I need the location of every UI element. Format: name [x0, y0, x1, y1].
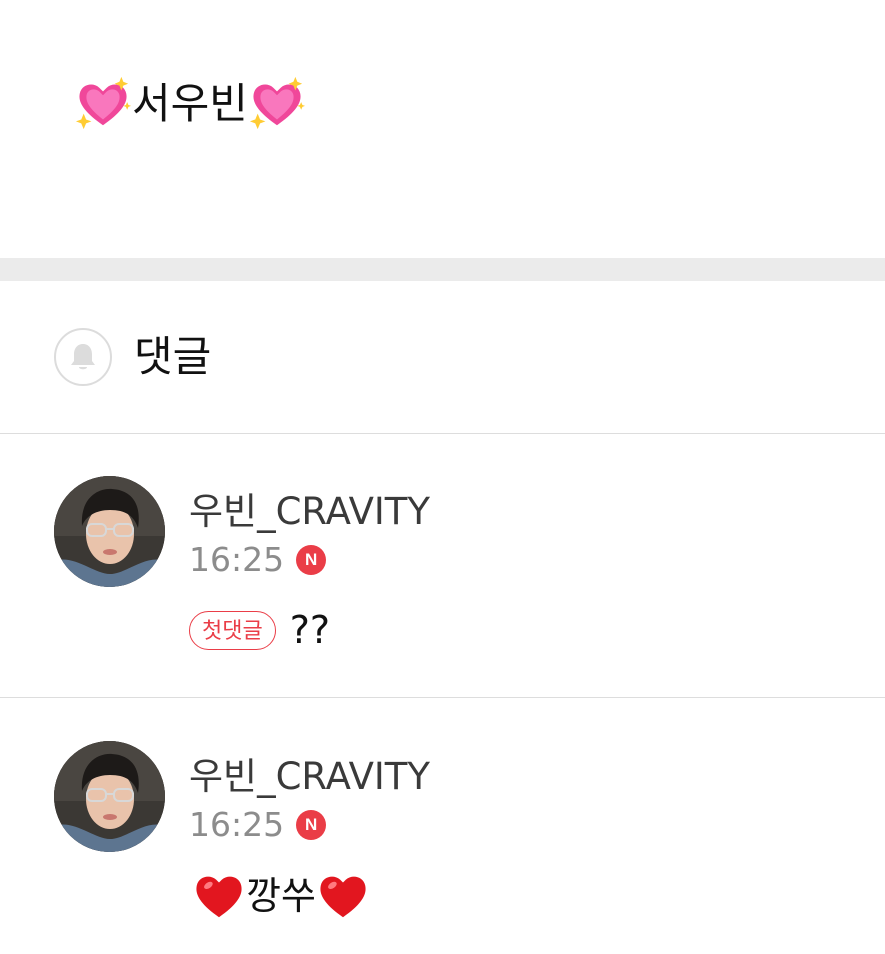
comment-body: 첫댓글 ??: [189, 608, 330, 652]
sparkling-heart-icon: [248, 75, 306, 133]
new-badge: N: [296, 545, 327, 575]
post-title-text: 서우빈: [132, 79, 248, 128]
comment-author[interactable]: 우빈_CRAVITY: [189, 755, 430, 799]
red-heart-icon: [316, 869, 370, 923]
avatar[interactable]: [54, 741, 165, 852]
post-content: 서우빈: [0, 0, 885, 258]
comment-time: 16:25: [189, 805, 285, 844]
comment-text: 깡쑤: [246, 874, 316, 918]
comments-header: 댓글: [0, 281, 885, 434]
comment-notification-button[interactable]: [54, 328, 112, 386]
bell-icon: [71, 344, 95, 370]
comment-text: ??: [289, 608, 331, 652]
comment-author[interactable]: 우빈_CRAVITY: [189, 490, 430, 534]
post-text-line: 서우빈: [74, 74, 306, 134]
comment-meta: 16:25 N: [189, 805, 327, 845]
comments-title: 댓글: [134, 332, 212, 381]
comment-time: 16:25: [189, 540, 285, 579]
avatar[interactable]: [54, 476, 165, 587]
section-divider: [0, 258, 885, 281]
comment-body: 깡쑤: [192, 867, 370, 925]
comment-item: 우빈_CRAVITY 16:25 N 첫댓글 ??: [0, 434, 885, 698]
sparkling-heart-icon: [74, 75, 132, 133]
comment-meta: 16:25 N: [189, 540, 327, 580]
first-comment-tag: 첫댓글: [189, 610, 276, 650]
comment-item: 우빈_CRAVITY 16:25 N 깡쑤: [0, 699, 885, 954]
red-heart-icon: [192, 869, 246, 923]
new-badge: N: [296, 810, 327, 840]
